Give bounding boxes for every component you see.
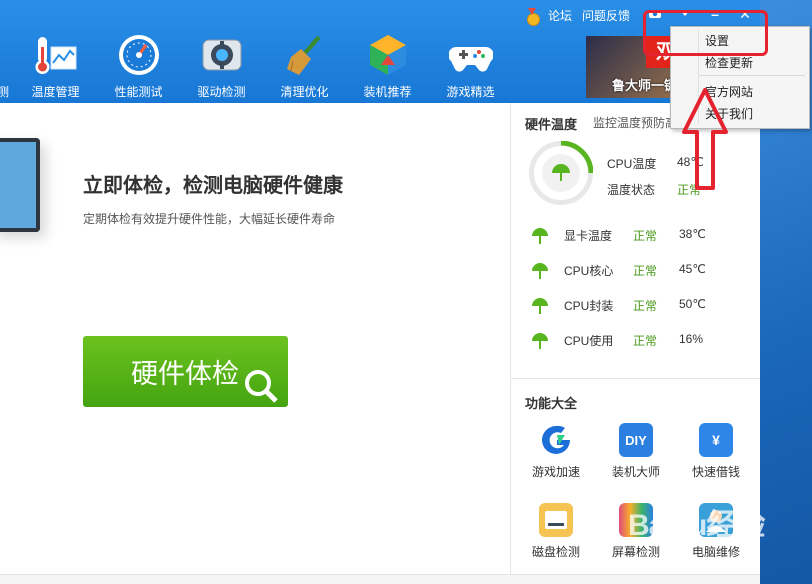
tab-games[interactable]: 游戏精选 [429, 33, 512, 101]
title-links: 论坛 问题反馈 [524, 7, 630, 26]
temp-row-value: 16% [679, 332, 704, 346]
tab-label: 测 [0, 85, 9, 99]
monitor-illustration [0, 138, 40, 232]
gamepad-icon [448, 33, 493, 77]
umbrella-icon [532, 333, 548, 349]
temp-row-cpu-package: CPU封装 正常 50℃ [531, 295, 751, 315]
tab-temperature[interactable]: 温度管理 [14, 33, 97, 101]
tab-clean[interactable]: 清理优化 [263, 33, 346, 101]
umbrella-icon [542, 154, 580, 192]
tab-driver[interactable]: 驱动检测 [180, 33, 263, 101]
main-pane: 立即体检，检测电脑硬件健康 定期体检有效提升硬件性能，大幅延长硬件寿命 硬件体检 [0, 103, 510, 584]
tab-label: 装机推荐 [363, 85, 412, 99]
func-disk[interactable]: 磁盘检测 [526, 503, 586, 560]
subline: 定期体检有效提升硬件性能，大幅延长硬件寿命 [83, 212, 336, 226]
up-arrow-annotation [682, 88, 728, 190]
forum-link[interactable]: 论坛 [548, 7, 572, 24]
temp-row-value: 50℃ [679, 297, 706, 311]
hardware-check-button[interactable]: 硬件体检 [83, 336, 288, 407]
app-window: 论坛 问题反馈 – ✕ 测 温度管理 性能测试 驱动检测 清理优化 装机推荐 游… [0, 0, 760, 584]
temp-row-status: 正常 [633, 229, 658, 243]
func-label: 磁盘检测 [531, 545, 580, 559]
temp-row-status: 正常 [633, 299, 658, 313]
func-label: 电脑维修 [691, 545, 740, 559]
tab-label: 清理优化 [280, 85, 329, 99]
func-label: 装机大师 [611, 465, 660, 479]
tab-label: 温度管理 [31, 85, 80, 99]
func-label: 快速借钱 [691, 465, 740, 479]
partial-icon [0, 33, 14, 77]
func-game-boost[interactable]: 游戏加速 [526, 423, 586, 480]
hardware-temp-subtitle: 监控温度预防高 [593, 116, 678, 130]
money-icon: ¥ [699, 423, 733, 457]
check-button-label: 硬件体检 [131, 359, 239, 389]
temp-row-label: CPU封装 [564, 299, 614, 313]
feedback-link[interactable]: 问题反馈 [582, 7, 630, 24]
temp-row-label: CPU使用 [564, 334, 614, 348]
gear-chip-icon [200, 33, 244, 77]
medal-icon[interactable] [524, 7, 540, 26]
section-divider [511, 378, 760, 379]
disk-icon [539, 503, 573, 537]
cpu-temp-label: CPU温度 [607, 157, 657, 171]
functions-title: 功能大全 [525, 396, 578, 411]
temp-row-label: CPU核心 [564, 264, 614, 278]
func-loan[interactable]: ¥ 快速借钱 [686, 423, 746, 480]
func-label: 游戏加速 [531, 465, 580, 479]
temp-row-value: 38℃ [679, 227, 706, 241]
func-label: 屏幕检测 [611, 545, 660, 559]
tab-label: 性能测试 [114, 85, 163, 99]
headline: 立即体检，检测电脑硬件健康 [83, 175, 343, 197]
tab-bar: 测 温度管理 性能测试 驱动检测 清理优化 装机推荐 游戏精选 [0, 33, 512, 101]
temp-row-status: 正常 [633, 334, 658, 348]
diy-icon: DIY [619, 423, 653, 457]
watermark: Baidu经验 [628, 509, 765, 542]
temp-status-label: 温度状态 [607, 183, 656, 197]
broom-icon [283, 33, 327, 77]
umbrella-icon [532, 263, 548, 279]
tab-label: 游戏精选 [446, 85, 495, 99]
umbrella-icon [532, 228, 548, 244]
game-boost-icon [539, 423, 573, 457]
temp-row-label: 显卡温度 [564, 229, 613, 243]
highlight-box [643, 10, 768, 56]
magnifier-icon [245, 370, 278, 403]
status-strip [0, 574, 760, 584]
tab-recommend[interactable]: 装机推荐 [346, 33, 429, 101]
menu-separator [699, 75, 805, 76]
menu-item-check-update[interactable]: 检查更新 [705, 54, 753, 71]
umbrella-icon [532, 298, 548, 314]
tab-partial[interactable]: 测 [0, 33, 14, 101]
temp-row-cpu-core: CPU核心 正常 45℃ [531, 260, 751, 280]
speedometer-icon [117, 33, 161, 77]
thermometer-icon [34, 33, 78, 77]
cube-icon [366, 33, 410, 77]
temp-row-value: 45℃ [679, 262, 706, 276]
tab-performance[interactable]: 性能测试 [97, 33, 180, 101]
func-diy[interactable]: DIY 装机大师 [606, 423, 666, 480]
banner-text: 鲁大师一键 [612, 78, 678, 93]
temp-row-gpu: 显卡温度 正常 38℃ [531, 225, 751, 245]
temp-row-status: 正常 [633, 264, 658, 278]
hardware-temp-title: 硬件温度 [525, 117, 578, 132]
tab-label: 驱动检测 [197, 85, 246, 99]
temp-row-cpu-usage: CPU使用 正常 16% [531, 330, 751, 350]
